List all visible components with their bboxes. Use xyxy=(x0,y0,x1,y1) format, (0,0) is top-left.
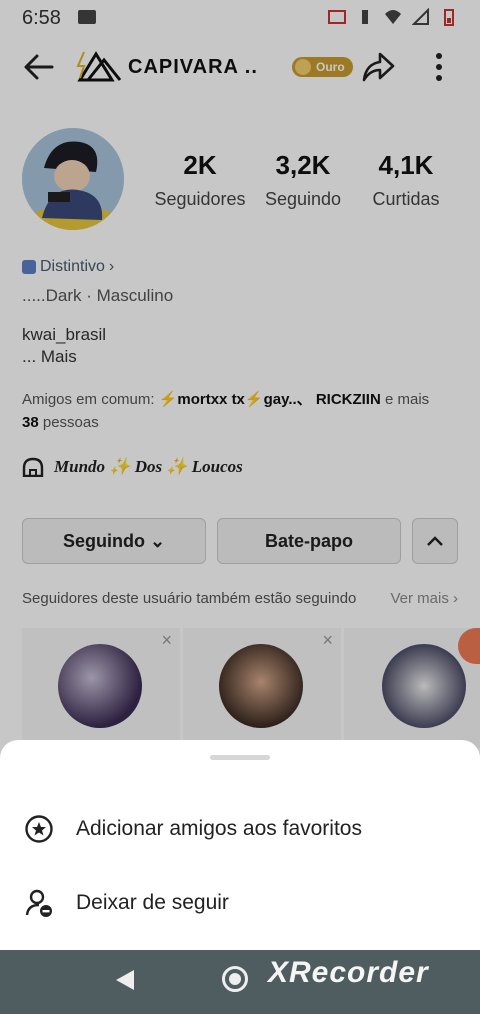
nav-home-icon[interactable] xyxy=(222,966,248,992)
add-to-favorites-label: Adicionar amigos aos favoritos xyxy=(76,817,362,840)
user-remove-icon xyxy=(25,889,52,917)
nav-back-icon[interactable] xyxy=(116,970,134,990)
add-to-favorites-option[interactable]: Adicionar amigos aos favoritos xyxy=(24,814,362,844)
sheet-handle[interactable] xyxy=(210,755,270,760)
unfollow-option[interactable]: Deixar de seguir xyxy=(24,888,229,918)
bottom-sheet: Adicionar amigos aos favoritos Deixar de… xyxy=(0,740,480,952)
star-circle-icon xyxy=(25,815,53,843)
watermark: XRecorder xyxy=(268,956,429,989)
unfollow-label: Deixar de seguir xyxy=(76,891,229,914)
